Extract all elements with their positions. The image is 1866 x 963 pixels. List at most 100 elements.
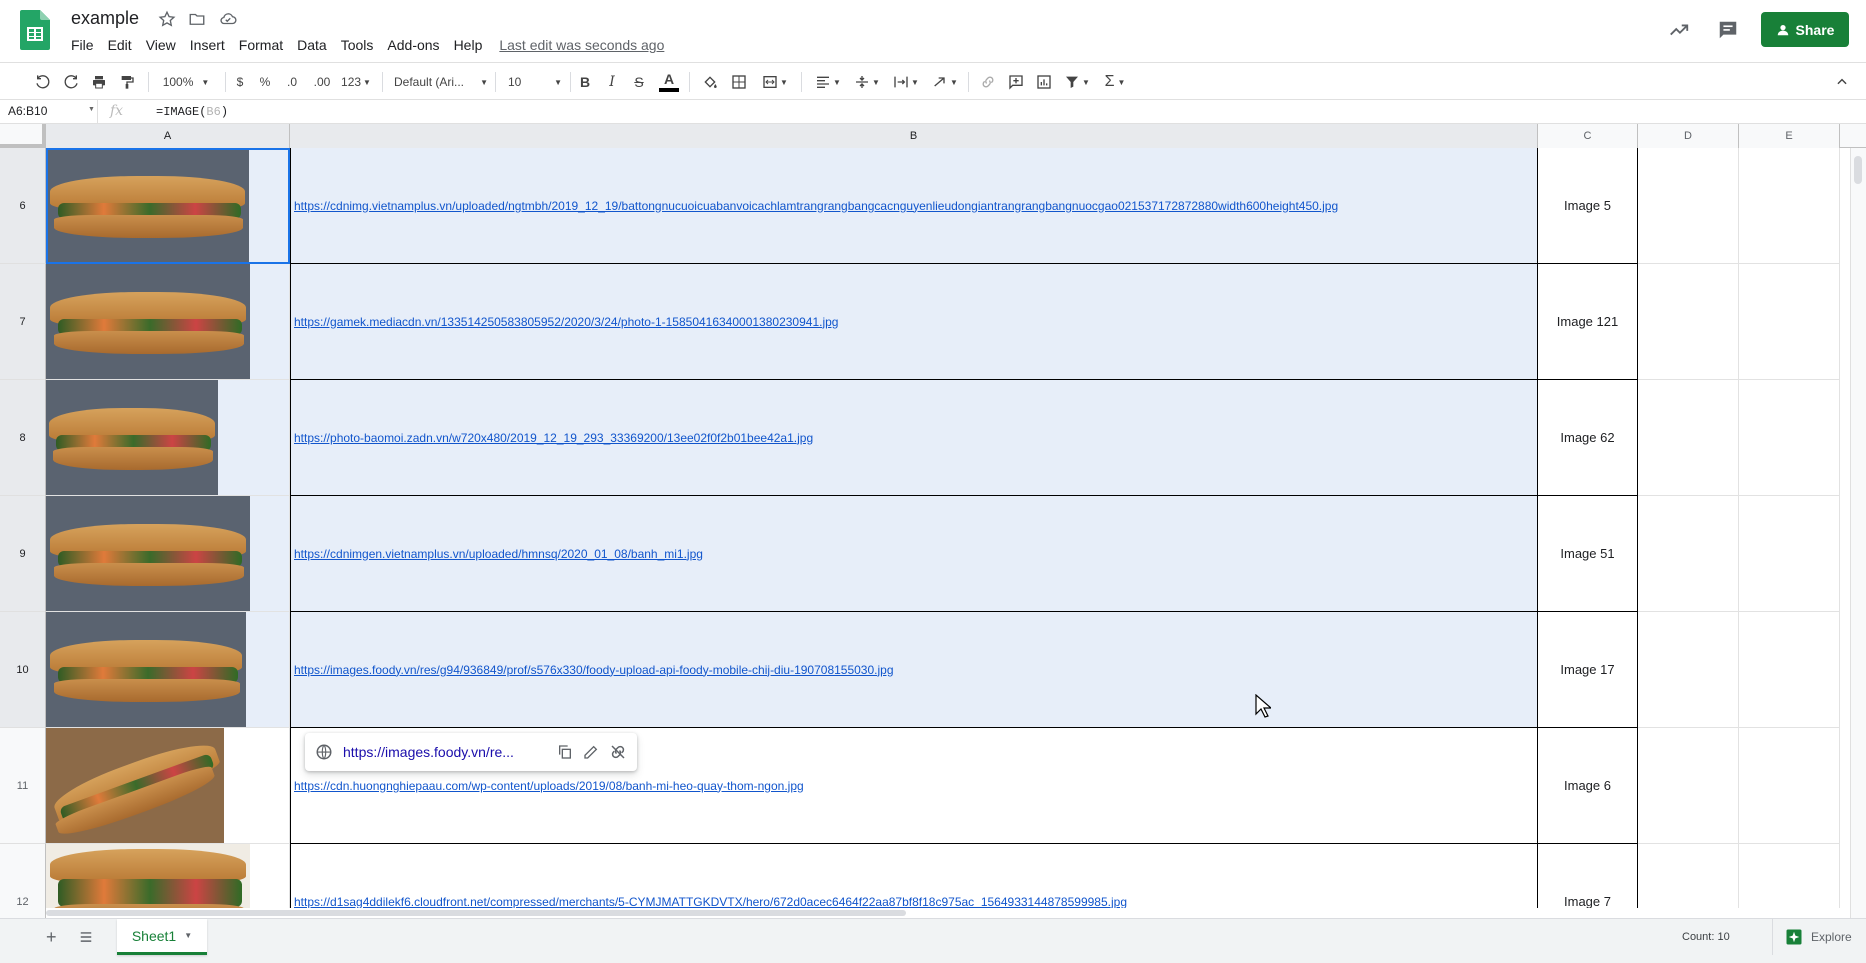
- font-size-select[interactable]: 10 ▼: [508, 71, 562, 93]
- remove-link-icon[interactable]: [609, 743, 627, 761]
- empty-cell[interactable]: [1638, 148, 1739, 264]
- filter-icon[interactable]: ▼: [1061, 71, 1093, 93]
- text-rotation-icon[interactable]: ▼: [929, 71, 961, 93]
- strikethrough-icon[interactable]: S: [631, 71, 647, 93]
- more-formats-select[interactable]: 123 ▼: [339, 71, 373, 93]
- merge-cells-icon[interactable]: ▼: [758, 71, 792, 93]
- edit-link-icon[interactable]: [583, 744, 599, 760]
- activity-trend-icon[interactable]: [1667, 18, 1691, 42]
- selection-count[interactable]: Count: 10: [1682, 931, 1730, 943]
- font-family-select[interactable]: Default (Ari... ▼: [394, 71, 488, 93]
- label-cell[interactable]: Image 6: [1538, 728, 1638, 844]
- empty-cell[interactable]: [1638, 496, 1739, 612]
- vertical-scroll-thumb[interactable]: [1854, 156, 1862, 184]
- empty-cell[interactable]: [1638, 264, 1739, 380]
- column-header-e[interactable]: E: [1739, 124, 1840, 148]
- share-button[interactable]: Share: [1761, 12, 1849, 47]
- bold-icon[interactable]: B: [577, 71, 593, 93]
- column-header-b[interactable]: B: [290, 124, 1538, 148]
- text-wrapping-icon[interactable]: ▼: [890, 71, 922, 93]
- column-header-d[interactable]: D: [1638, 124, 1739, 148]
- comments-icon[interactable]: [1716, 18, 1740, 42]
- row-header[interactable]: 12: [0, 844, 46, 918]
- label-cell[interactable]: Image 121: [1538, 264, 1638, 380]
- undo-icon[interactable]: [33, 71, 53, 93]
- image-cell[interactable]: [46, 612, 290, 728]
- url-link[interactable]: https://photo-baomoi.zadn.vn/w720x480/20…: [294, 431, 813, 445]
- vertical-scrollbar[interactable]: [1850, 148, 1866, 918]
- zoom-select[interactable]: 100% ▼: [158, 71, 214, 93]
- text-color-icon[interactable]: A: [658, 71, 680, 93]
- move-folder-icon[interactable]: [187, 9, 207, 29]
- collapse-toolbar-icon[interactable]: [1832, 71, 1852, 93]
- url-link[interactable]: https://cdnimg.vietnamplus.vn/uploaded/n…: [294, 199, 1338, 213]
- empty-cell[interactable]: [1739, 844, 1840, 918]
- explore-button[interactable]: Explore: [1772, 919, 1866, 955]
- url-cell[interactable]: https://gamek.mediacdn.vn/13351425058380…: [290, 264, 1538, 380]
- insert-chart-icon[interactable]: [1034, 71, 1054, 93]
- redo-icon[interactable]: [61, 71, 81, 93]
- empty-cell[interactable]: [1739, 264, 1840, 380]
- empty-cell[interactable]: [1638, 612, 1739, 728]
- select-all-corner[interactable]: [0, 124, 46, 148]
- url-cell[interactable]: https://d1sag4ddilekf6.cloudfront.net/co…: [290, 844, 1538, 918]
- url-link[interactable]: https://d1sag4ddilekf6.cloudfront.net/co…: [294, 895, 1127, 909]
- vertical-align-icon[interactable]: ▼: [851, 71, 883, 93]
- last-edit-link[interactable]: Last edit was seconds ago: [499, 37, 664, 53]
- all-sheets-icon[interactable]: [79, 930, 93, 944]
- column-header-a[interactable]: A: [46, 124, 290, 148]
- italic-icon[interactable]: I: [604, 71, 620, 93]
- empty-cell[interactable]: [1739, 148, 1840, 264]
- image-cell[interactable]: [46, 844, 290, 918]
- sheets-logo-icon[interactable]: [20, 10, 50, 50]
- print-icon[interactable]: [89, 71, 109, 93]
- empty-cell[interactable]: [1638, 380, 1739, 496]
- fill-color-icon[interactable]: [700, 71, 720, 93]
- url-link[interactable]: https://images.foody.vn/res/g94/936849/p…: [294, 663, 894, 677]
- horizontal-scroll-thumb[interactable]: [46, 910, 906, 916]
- empty-cell[interactable]: [1739, 612, 1840, 728]
- url-cell[interactable]: https://photo-baomoi.zadn.vn/w720x480/20…: [290, 380, 1538, 496]
- row-header[interactable]: 9: [0, 496, 46, 612]
- url-cell[interactable]: https://cdnimg.vietnamplus.vn/uploaded/n…: [290, 148, 1538, 264]
- menu-help[interactable]: Help: [447, 35, 490, 55]
- menu-data[interactable]: Data: [290, 35, 334, 55]
- insert-comment-icon[interactable]: [1006, 71, 1026, 93]
- borders-icon[interactable]: [729, 71, 749, 93]
- image-cell[interactable]: [46, 496, 290, 612]
- sheet-tab-sheet1[interactable]: Sheet1 ▼: [117, 919, 207, 955]
- star-icon[interactable]: [157, 9, 177, 29]
- decrease-decimal-button[interactable]: .0: [281, 71, 303, 93]
- copy-link-icon[interactable]: [557, 744, 573, 760]
- horizontal-align-icon[interactable]: ▼: [812, 71, 844, 93]
- label-cell[interactable]: Image 62: [1538, 380, 1638, 496]
- label-cell[interactable]: Image 7: [1538, 844, 1638, 918]
- label-cell[interactable]: Image 51: [1538, 496, 1638, 612]
- popup-link-url[interactable]: https://images.foody.vn/re...: [343, 744, 547, 760]
- row-header[interactable]: 7: [0, 264, 46, 380]
- formula-input[interactable]: =IMAGE(B6): [156, 105, 228, 119]
- column-header-c[interactable]: C: [1538, 124, 1638, 148]
- row-header[interactable]: 11: [0, 728, 46, 844]
- row-header[interactable]: 10: [0, 612, 46, 728]
- url-link[interactable]: https://cdnimgen.vietnamplus.vn/uploaded…: [294, 547, 703, 561]
- menu-insert[interactable]: Insert: [183, 35, 232, 55]
- empty-cell[interactable]: [1739, 496, 1840, 612]
- name-box[interactable]: A6:B10 ▼: [0, 100, 98, 124]
- label-cell[interactable]: Image 17: [1538, 612, 1638, 728]
- empty-cell[interactable]: [1638, 844, 1739, 918]
- label-cell[interactable]: Image 5: [1538, 148, 1638, 264]
- url-link[interactable]: https://cdn.huongnghiepaau.com/wp-conten…: [294, 779, 804, 793]
- increase-decimal-button[interactable]: .00: [309, 71, 335, 93]
- image-cell[interactable]: [46, 148, 290, 264]
- image-cell[interactable]: [46, 380, 290, 496]
- percent-format-button[interactable]: %: [256, 71, 274, 93]
- add-sheet-icon[interactable]: +: [46, 928, 57, 946]
- menu-add-ons[interactable]: Add-ons: [380, 35, 446, 55]
- menu-edit[interactable]: Edit: [101, 35, 139, 55]
- url-cell[interactable]: https://images.foody.vn/res/g94/936849/p…: [290, 612, 1538, 728]
- menu-format[interactable]: Format: [232, 35, 290, 55]
- empty-cell[interactable]: [1739, 380, 1840, 496]
- insert-link-icon[interactable]: [978, 71, 998, 93]
- menu-view[interactable]: View: [139, 35, 183, 55]
